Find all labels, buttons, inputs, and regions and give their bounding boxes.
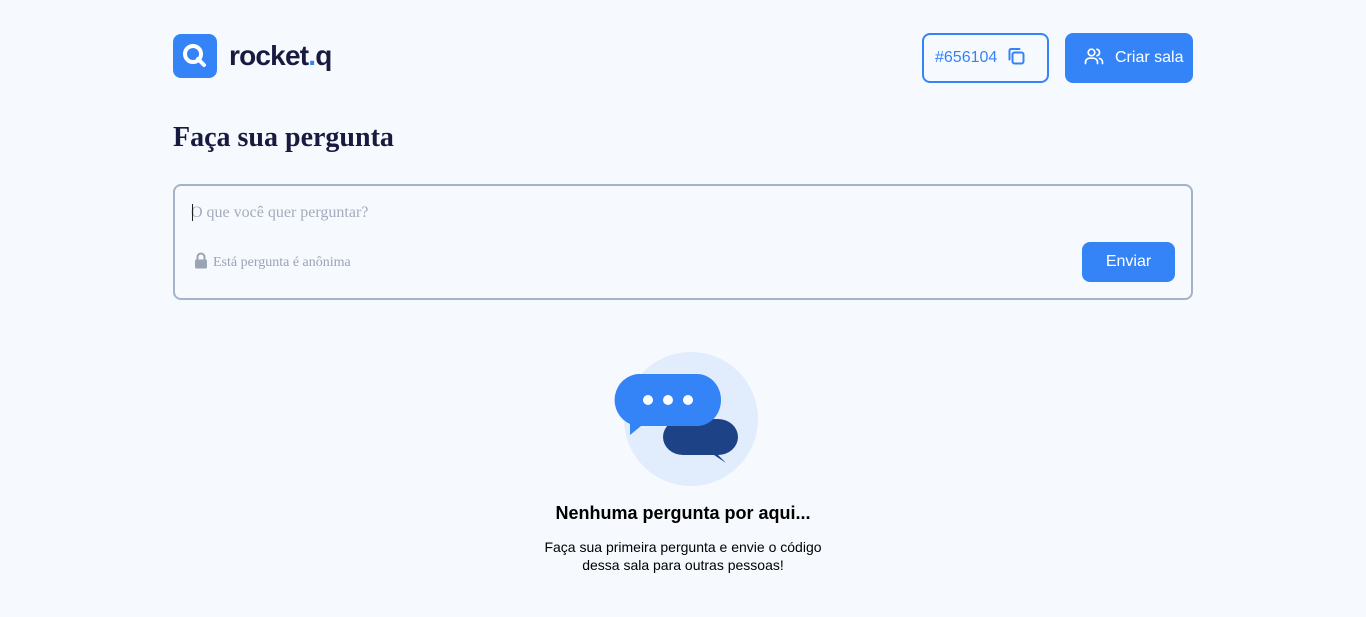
- create-room-button[interactable]: Criar sala: [1065, 33, 1193, 83]
- empty-state-title: Nenhuma pergunta por aqui...: [555, 503, 811, 523]
- page-title: Faça sua pergunta: [173, 122, 394, 153]
- lock-icon: [193, 252, 209, 274]
- room-code: #656104: [935, 49, 998, 66]
- logo-icon: [173, 34, 217, 78]
- empty-state-description: Faça sua primeira pergunta e envie o cód…: [544, 539, 822, 573]
- logo-word: rocket: [229, 40, 309, 71]
- chat-bubbles-icon: [613, 350, 759, 488]
- anonymous-note: Está pergunta é anônima: [193, 252, 351, 274]
- anonymous-note-text: Está pergunta é anônima: [213, 255, 351, 270]
- page: rocket.q #656104 Criar sala Faça sua per…: [0, 0, 1366, 617]
- question-input[interactable]: [191, 200, 1171, 226]
- create-room-label: Criar sala: [1115, 49, 1184, 66]
- copy-icon: [1006, 46, 1026, 71]
- logo-text: rocket.q: [229, 40, 332, 72]
- logo-suffix: q: [315, 40, 332, 71]
- text-caret: [192, 204, 193, 221]
- send-button[interactable]: Enviar: [1082, 242, 1175, 282]
- question-form: Está pergunta é anônima Enviar: [173, 184, 1193, 300]
- users-icon: [1084, 46, 1104, 71]
- logo[interactable]: rocket.q: [173, 34, 332, 78]
- room-code-button[interactable]: #656104: [922, 33, 1049, 83]
